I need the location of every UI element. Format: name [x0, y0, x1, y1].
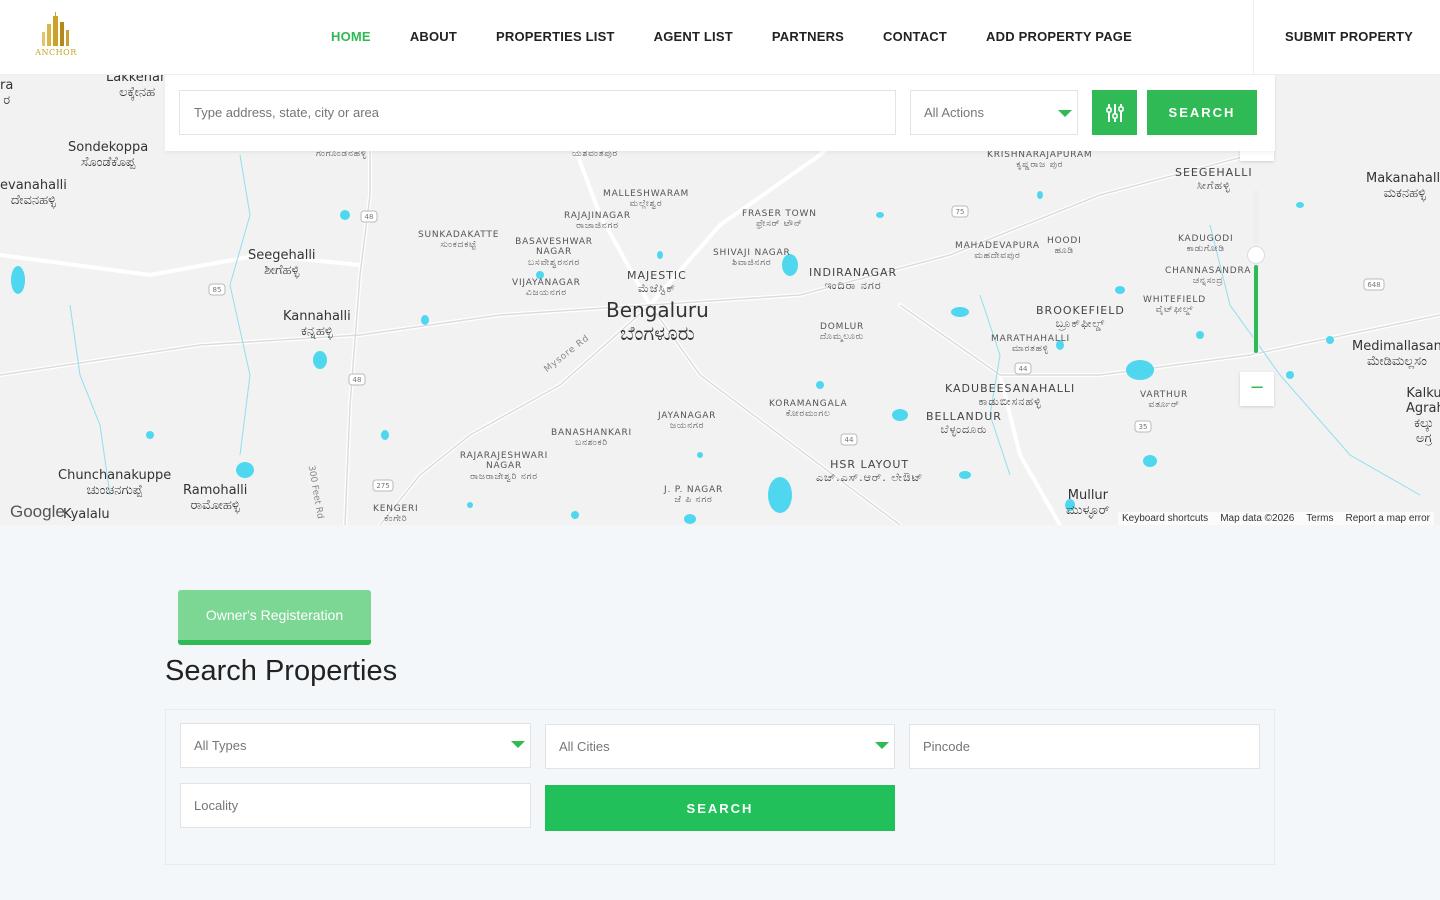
- cities-select[interactable]: All Cities: [545, 724, 895, 769]
- map-footer: Keyboard shortcuts Map data ©2026 Terms …: [1118, 512, 1434, 525]
- header-divider: [1253, 0, 1254, 75]
- keyboard-shortcuts-link[interactable]: Keyboard shortcuts: [1122, 513, 1208, 524]
- map-label-ramohalli: Ramohalli ರಾಮೋಹಳ್ಳಿ: [183, 483, 248, 513]
- map-label-shivaji-nagar: SHIVAJI NAGAR ಶಿವಾಜಿನಗರ: [713, 248, 791, 269]
- map-label-rajarajeshwari: RAJARAJESHWARI NAGAR ರಾಜರಾಜೇಶ್ವರಿ ನಗರ: [459, 451, 549, 482]
- map-label-sunkadakatte: SUNKADAKATTE ಸುಂಕದಕಟ್ಟೆ: [418, 230, 500, 251]
- map-label-whitefield: WHITEFIELD ವೈಟ್‌ಫೀಲ್ಡ್: [1143, 295, 1206, 316]
- zoom-slider-handle[interactable]: [1247, 246, 1265, 264]
- owners-registration-button[interactable]: Owner's Registeration: [178, 590, 371, 645]
- page-title: Search Properties: [165, 655, 398, 687]
- chevron-down-icon: [1058, 110, 1072, 117]
- map-label-fraser-town: FRASER TOWN ಫ್ರೇಸರ್ ಟೌನ್: [742, 209, 817, 230]
- map-label-seegehalli-east: SEEGEHALLI ಸೀಗೆಹಳ್ಳಿ: [1175, 166, 1253, 192]
- map-label-hsr-layout: HSR LAYOUT ಎಚ್.ಎಸ್.ಆರ್. ಲೇಔಟ್: [816, 458, 924, 484]
- nav-agent-list[interactable]: AGENT LIST: [654, 29, 733, 44]
- google-logo: Google: [10, 502, 65, 521]
- nav-home[interactable]: HOME: [331, 29, 371, 44]
- map-label-koramangala: KORAMANGALA ಕೋರಮಂಗಲ: [769, 399, 848, 420]
- terms-link[interactable]: Terms: [1306, 513, 1333, 524]
- actions-select[interactable]: All Actions: [910, 90, 1078, 135]
- map-search-button[interactable]: SEARCH: [1147, 90, 1257, 135]
- map-label-kalkunte: Kalku Agrahಕಲ್ಕು ಅಗ್ರ: [1406, 386, 1440, 446]
- locality-input[interactable]: [180, 783, 531, 828]
- logo-text: ANCHOR: [35, 48, 77, 57]
- map-label-ra: ra ರ: [0, 78, 14, 108]
- map-label-jp-nagar: J. P. NAGAR ಜೆ ಪಿ ನಗರ: [664, 485, 724, 506]
- report-map-error-link[interactable]: Report a map error: [1346, 513, 1430, 524]
- map-label-indiranagar: INDIRANAGAR ಇಂದಿರಾ ನಗರ: [809, 266, 898, 292]
- types-select[interactable]: All Types: [180, 723, 531, 768]
- actions-select-value: All Actions: [924, 105, 984, 120]
- map-label-chunchanakuppe: Chunchanakuppe ಚುಂಚನಗುಪ್ಪೆ: [58, 468, 172, 498]
- nav-properties-list[interactable]: PROPERTIES LIST: [496, 29, 615, 44]
- map-label-kadubeesanahalli: KADUBEESANAHALLI ಕಾಡುಬೀಸನಹಳ್ಳಿ: [945, 382, 1076, 408]
- map-label-marathahalli: MARATHAHALLI ಮಾರತಹಳ್ಳಿ: [991, 334, 1070, 355]
- map-label-seegehalli-west: Seegehalli ಶೀಗೆಹಳ್ಳಿ: [248, 248, 316, 278]
- svg-text:48: 48: [365, 213, 374, 221]
- chevron-down-icon: [511, 741, 525, 748]
- map-label-makanahalli: Makanahalli ಮಕನಹಳ್ಳಿ: [1366, 171, 1440, 201]
- map-label-medimallasandra: Medimallasan ಮೇಡಿಮಲ್ಲಸಂ: [1352, 339, 1440, 369]
- sliders-icon: [1105, 103, 1124, 122]
- map-label-brookefield: BROOKEFIELD ಬ್ರೂಕ್‌ಫೀಲ್ಡ್: [1036, 304, 1125, 330]
- zoom-minus-button[interactable]: −: [1240, 372, 1274, 406]
- map-label-malleshwaram: MALLESHWARAM ಮಲ್ಲೇಶ್ವರ: [603, 189, 690, 210]
- map-label-majestic: MAJESTIC ಮೆಜೆಸ್ಟಿಕ್: [627, 269, 687, 295]
- map-label-banashankari: BANASHANKARI ಬನಶಂಕರಿ: [551, 428, 632, 449]
- map-label-jayanagar: JAYANAGAR ಜಯನಗರ: [658, 411, 717, 432]
- map-label-varthur: VARTHUR ವರ್ತೂರ್: [1140, 390, 1189, 411]
- address-search-input[interactable]: [179, 90, 896, 135]
- nav-partners[interactable]: PARTNERS: [772, 29, 844, 44]
- svg-text:75: 75: [956, 208, 965, 216]
- map-label-sondekoppa: Sondekoppa ಸೊಂಡೆಕೊಪ್ಪ: [68, 140, 149, 170]
- map-label-devanahalli: evanahalli ದೇವನಹಳ್ಳಿ: [0, 178, 67, 208]
- map-search-bar: All Actions SEARCH: [165, 75, 1275, 151]
- map-label-kannahalli: Kannahalli ಕನ್ನಹಳ್ಳಿ: [283, 309, 351, 339]
- map-label-hoodi: HOODI ಹೂಡಿ: [1047, 236, 1082, 257]
- map-label-mullur: Mullur ಮುಳ್ಳೂರ್: [1066, 488, 1110, 518]
- svg-text:275: 275: [376, 482, 389, 490]
- map-label-krishnarajapuram: KRISHNARAJAPURAM ಕೃಷ್ಣರಾಜ ಪುರ: [987, 150, 1093, 171]
- map-label-bengaluru: Bengaluru ಬೆಂಗಳೂರು: [606, 298, 709, 345]
- svg-text:85: 85: [213, 286, 222, 294]
- map-label-domlur: DOMLUR ದೊಮ್ಮಲೂರು: [820, 322, 865, 343]
- svg-text:44: 44: [1019, 365, 1028, 373]
- map-label-kadugodi: KADUGODI ಕಾಡುಗೋಡಿ: [1178, 234, 1234, 255]
- chevron-down-icon: [875, 742, 889, 749]
- zoom-slider-fill: [1254, 265, 1258, 353]
- nav-about[interactable]: ABOUT: [410, 29, 457, 44]
- map-label-rajajinagar: RAJAJINAGAR ರಾಜಾಜಿನಗರ: [564, 211, 631, 232]
- search-properties-button[interactable]: SEARCH: [545, 785, 895, 831]
- filter-button[interactable]: [1092, 90, 1137, 135]
- submit-property-button[interactable]: SUBMIT PROPERTY: [1285, 29, 1413, 44]
- site-logo[interactable]: ANCHOR: [30, 12, 82, 64]
- svg-text:648: 648: [1367, 281, 1380, 289]
- nav-add-property-page[interactable]: ADD PROPERTY PAGE: [986, 29, 1132, 44]
- types-select-value: All Types: [194, 738, 247, 753]
- map-label-vijayanagar: VIJAYANAGAR ವಿಜಯನಗರ: [512, 278, 581, 299]
- main-nav: HOME ABOUT PROPERTIES LIST AGENT LIST PA…: [331, 29, 1171, 44]
- map-data-text: Map data ©2026: [1220, 513, 1295, 524]
- map-label-bellandur: BELLANDUR ಬೆಳ್ಳಂದೂರು: [926, 410, 1002, 436]
- svg-text:48: 48: [353, 376, 362, 384]
- map-label-kengeri: KENGERI ಕೆಂಗೇರಿ: [373, 504, 419, 525]
- pincode-input[interactable]: [909, 724, 1260, 769]
- svg-text:35: 35: [1139, 423, 1148, 431]
- cities-select-value: All Cities: [559, 739, 610, 754]
- building-logo-icon: [42, 12, 69, 46]
- svg-text:44: 44: [845, 436, 854, 444]
- map-label-basaveshwar-nagar: BASAVESHWAR NAGAR ಬಸವೇಶ್ವರನಗರ: [515, 237, 593, 268]
- site-header: ANCHOR HOME ABOUT PROPERTIES LIST AGENT …: [0, 0, 1440, 75]
- nav-contact[interactable]: CONTACT: [883, 29, 947, 44]
- map-label-lakkenahalli: Lakkenah ಲಕ್ಕೇನಹ: [106, 75, 169, 100]
- map-label-mahadevapura: MAHADEVAPURA ಮಹದೇವಪುರ: [955, 241, 1040, 262]
- map-label-channasandra: CHANNASANDRA ಚನ್ನಸಂದ್ರ: [1165, 266, 1252, 287]
- map-label-kyalalu: Kyalalu: [63, 507, 110, 522]
